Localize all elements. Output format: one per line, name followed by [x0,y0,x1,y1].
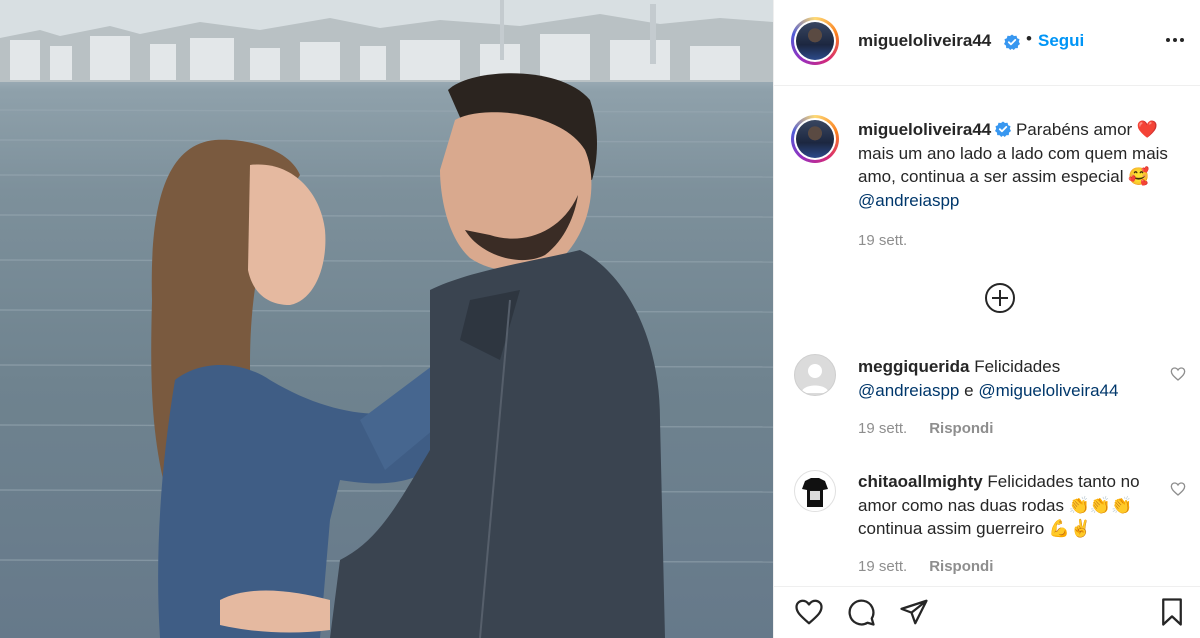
post-action-bar [774,586,1200,638]
plus-circle-icon[interactable] [984,282,1016,314]
caption-timestamp[interactable]: 19 sett. [858,232,907,249]
caption-mention-link[interactable]: @andreiaspp [858,191,959,210]
commenter-avatar[interactable] [794,354,836,396]
verified-badge-icon [995,121,1012,137]
comment-timestamp[interactable]: 19 sett. [858,420,907,437]
caption-username[interactable]: migueloliveira44 [858,120,991,139]
comment-heart-icon[interactable] [1170,481,1186,497]
follow-button[interactable]: Segui [1038,31,1084,51]
caption-author-avatar[interactable] [791,115,839,163]
author-avatar[interactable] [791,17,839,65]
comment-item: meggiquerida Felicidades @andreiaspp e @… [858,355,1158,402]
instagram-post: migueloliveira44 • Segui migueloliveira4… [0,0,1200,638]
comment-username[interactable]: meggiquerida [858,357,969,376]
bookmark-icon[interactable] [1157,597,1187,627]
comment-text-joiner: e [964,380,974,400]
default-avatar-icon [801,364,829,393]
share-icon[interactable] [899,597,929,627]
jersey-avatar-icon [802,478,828,507]
post-side-panel: migueloliveira44 • Segui migueloliveira4… [773,0,1200,638]
post-header: migueloliveira44 • Segui [774,0,1200,86]
post-caption: migueloliveira44 Parabéns amor ❤️ mais u… [858,118,1178,212]
author-username[interactable]: migueloliveira44 [858,31,991,51]
comment-timestamp[interactable]: 19 sett. [858,558,907,575]
comment-heart-icon[interactable] [1170,366,1186,382]
comment-item: chitaoallmighty Felicidades tanto no amo… [858,470,1158,541]
commenter-avatar[interactable] [794,470,836,512]
reply-button[interactable]: Rispondi [929,558,993,575]
reply-button[interactable]: Rispondi [929,420,993,437]
more-options-icon[interactable] [1163,28,1187,52]
comment-meta: 19 sett. Rispondi [858,420,993,437]
verified-badge-icon [1004,34,1020,50]
comment-text: Felicidades [974,357,1061,376]
header-separator: • [1026,29,1032,48]
comment-meta: 19 sett. Rispondi [858,558,993,575]
post-photo[interactable] [0,0,773,638]
comment-mention-link[interactable]: @andreiaspp [858,381,959,400]
heart-icon[interactable] [794,597,824,627]
comment-icon[interactable] [846,597,876,627]
comment-username[interactable]: chitaoallmighty [858,472,983,491]
photo-illustration [0,0,773,638]
comment-mention-link[interactable]: @migueloliveira44 [978,381,1118,400]
